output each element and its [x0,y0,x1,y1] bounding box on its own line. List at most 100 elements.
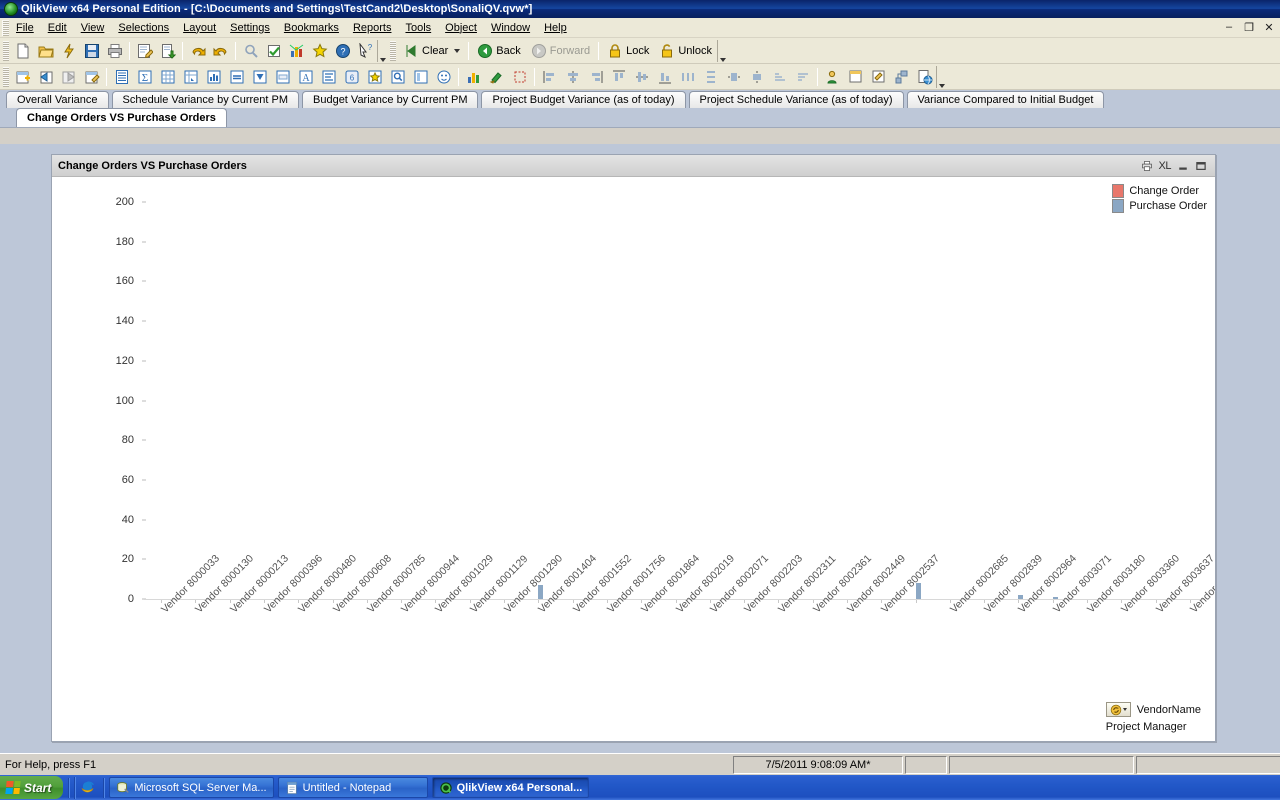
straight-table-icon[interactable] [225,66,248,88]
sheet-tab-project-schedule-variance[interactable]: Project Schedule Variance (as of today) [689,91,904,108]
menu-layout[interactable]: Layout [176,20,223,36]
align-top-icon[interactable] [607,66,630,88]
next-sheet-icon[interactable] [57,66,80,88]
align-left-icon[interactable] [538,66,561,88]
align-middle-icon[interactable] [630,66,653,88]
align-right-icon[interactable] [584,66,607,88]
chart-caption-bar[interactable]: Change Orders VS Purchase Orders XL [52,155,1215,177]
reload-icon[interactable] [57,40,80,62]
snap-to-grid-icon[interactable] [508,66,531,88]
design-toolbar-overflow[interactable] [936,66,947,88]
taskbar-item-qlikview[interactable]: QlikView x64 Personal... [432,777,590,798]
sheet-properties-icon[interactable] [80,66,103,88]
minimize-chart-icon[interactable] [1177,160,1189,172]
chevron-down-icon[interactable] [1123,708,1127,711]
start-button[interactable]: Start [0,776,63,799]
edit-script-icon[interactable] [133,40,156,62]
unlink-objects-icon[interactable] [867,66,890,88]
stretch-vertically-icon[interactable] [745,66,768,88]
chart-bar[interactable] [538,585,543,599]
clear-dropdown-icon[interactable] [454,49,460,53]
sheet-tab-overall-variance[interactable]: Overall Variance [6,91,109,108]
mdi-restore-icon[interactable]: ❐ [1242,20,1256,34]
clear-button[interactable]: Clear [398,40,465,62]
help-icon[interactable]: ? [331,40,354,62]
sheet-tab-budget-variance-by-current-pm[interactable]: Budget Variance by Current PM [302,91,478,108]
standard-toolbar-overflow[interactable] [377,40,388,62]
sheet-layout-icon[interactable] [890,66,913,88]
menu-object[interactable]: Object [438,20,484,36]
shrink-horizontally-icon[interactable] [722,66,745,88]
sheet-tab-schedule-variance-by-current-pm[interactable]: Schedule Variance by Current PM [112,91,300,108]
web-view-icon[interactable] [913,66,936,88]
multi-box-icon[interactable] [248,66,271,88]
bookmark-object-icon[interactable] [363,66,386,88]
container-icon[interactable] [409,66,432,88]
align-center-icon[interactable] [561,66,584,88]
taskbar-item-sql-server[interactable]: Microsoft SQL Server Ma... [109,777,273,798]
demote-icon[interactable] [791,66,814,88]
search-icon[interactable] [239,40,262,62]
chart-bar[interactable] [1053,597,1058,599]
lock-button[interactable]: Lock [602,40,654,62]
edit-module-icon[interactable] [821,66,844,88]
table-box-icon[interactable] [156,66,179,88]
text-object-icon[interactable]: A [294,66,317,88]
menu-help[interactable]: Help [537,20,574,36]
maximize-chart-icon[interactable] [1195,160,1207,172]
format-painter-icon[interactable] [485,66,508,88]
navigation-toolbar-overflow[interactable] [717,40,728,62]
sheet-tab-change-orders-vs-purchase-orders[interactable]: Change Orders VS Purchase Orders [16,108,227,127]
statistics-box-icon[interactable]: Σ [133,66,156,88]
internet-explorer-icon[interactable] [80,779,95,797]
bar-chart-icon[interactable] [202,66,225,88]
space-horizontally-icon[interactable] [676,66,699,88]
new-document-icon[interactable] [11,40,34,62]
chart-icon[interactable] [285,40,308,62]
taskbar-item-notepad[interactable]: Untitled - Notepad [278,777,428,798]
menu-drag-grip[interactable] [2,20,9,36]
mdi-minimize-icon[interactable]: – [1222,20,1236,34]
undo-icon[interactable] [186,40,209,62]
menu-bookmarks[interactable]: Bookmarks [277,20,346,36]
search-object-icon[interactable] [386,66,409,88]
print-chart-icon[interactable] [1141,160,1153,172]
custom-object-icon[interactable] [432,66,455,88]
redo-icon[interactable] [209,40,232,62]
list-box-icon[interactable] [110,66,133,88]
export-icon[interactable] [156,40,179,62]
favorites-star-icon[interactable] [308,40,331,62]
current-selections-box-icon[interactable] [317,66,340,88]
space-vertically-icon[interactable] [699,66,722,88]
cyclic-group-icon[interactable] [1106,702,1131,717]
menu-view[interactable]: View [74,20,112,36]
pivot-table-icon[interactable] [179,66,202,88]
menu-file[interactable]: File [9,20,41,36]
context-help-icon[interactable]: ? [354,40,377,62]
input-box-icon[interactable] [271,66,294,88]
open-document-icon[interactable] [34,40,57,62]
sheet-tab-variance-compared-to-initial-budget[interactable]: Variance Compared to Initial Budget [907,91,1105,108]
new-sheet-icon[interactable] [11,66,34,88]
design-grid-icon[interactable] [462,66,485,88]
back-button[interactable]: Back [472,40,525,62]
button-object-icon[interactable]: 6 [340,66,363,88]
navigation-toolbar-grip[interactable] [390,41,396,61]
mdi-close-icon[interactable]: ✕ [1262,20,1276,34]
current-selections-icon[interactable] [262,40,285,62]
save-icon[interactable] [80,40,103,62]
sheet-tab-project-budget-variance[interactable]: Project Budget Variance (as of today) [481,91,685,108]
menu-selections[interactable]: Selections [111,20,176,36]
design-toolbar-grip[interactable] [3,67,9,87]
menu-edit[interactable]: Edit [41,20,74,36]
menu-tools[interactable]: Tools [398,20,438,36]
unlock-button[interactable]: Unlock [654,40,717,62]
standard-toolbar-grip[interactable] [3,41,9,61]
align-bottom-icon[interactable] [653,66,676,88]
forward-button[interactable]: Forward [526,40,595,62]
promote-icon[interactable] [768,66,791,88]
link-objects-icon[interactable] [844,66,867,88]
previous-sheet-icon[interactable] [34,66,57,88]
menu-settings[interactable]: Settings [223,20,277,36]
menu-window[interactable]: Window [484,20,537,36]
